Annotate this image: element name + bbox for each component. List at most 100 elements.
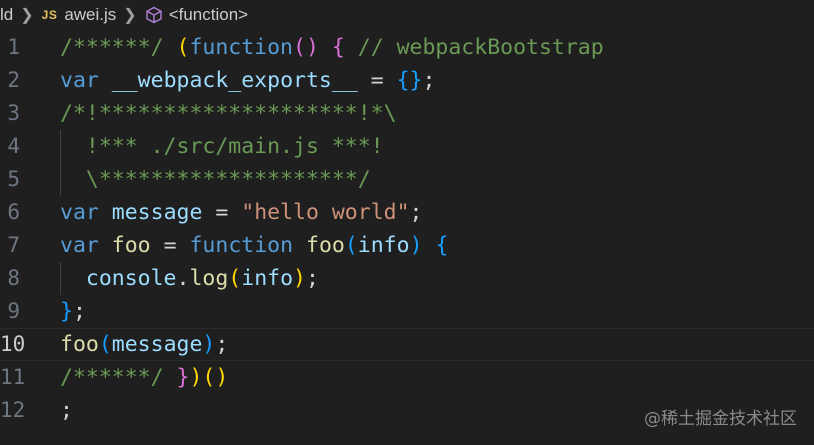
code-token: ) [293,266,306,291]
code-text: /******/ (function() { // webpackBootstr… [60,31,604,64]
code-token: ) [409,233,423,258]
code-token: . [176,266,190,291]
code-token: var [60,68,99,93]
code-token: __webpack_exports__ [111,68,358,93]
code-line[interactable]: 6 var message = "hello world"; [0,196,814,229]
code-token: ( [344,233,358,258]
code-token: } [60,299,73,324]
code-editor: ld ❯ JS awei.js ❯ <function> 1 /******/ (… [0,0,814,445]
line-number: 10 [0,332,26,356]
breadcrumb-file[interactable]: JS awei.js [42,5,117,25]
line-number: 6 [7,200,20,224]
code-token: ) [202,332,216,357]
code-token: foo [306,233,345,258]
line-number: 7 [7,233,20,257]
code-token: ( [228,266,242,291]
code-token: ; [72,299,86,324]
code-token: function [189,233,294,258]
breadcrumb-folder-label: ld [0,5,14,24]
code-token: ( [98,332,112,357]
code-token: { [331,35,345,60]
code-line[interactable]: 10 foo(message); [0,328,814,361]
code-token: "hello world" [241,200,410,225]
code-line[interactable]: 8 console.log(info); [0,262,814,295]
code-token: } [176,365,190,390]
code-text: ; [60,394,73,427]
code-line[interactable]: 7 var foo = function foo(info) { [0,229,814,262]
javascript-file-icon: JS [41,8,58,22]
code-line[interactable]: 3 /*!********************!*\ [0,97,814,130]
code-text: !*** ./src/main.js ***! [60,130,384,163]
breadcrumb-folder[interactable]: ld [0,5,13,25]
code-text: \********************/ [60,163,371,196]
code-line[interactable]: 4 !*** ./src/main.js ***! [0,130,814,163]
code-token: ; [60,398,73,423]
line-number: 1 [7,35,20,59]
line-number: 4 [7,134,20,158]
line-number: 11 [0,365,26,389]
code-text: var message = "hello world"; [60,196,422,229]
code-token: message [111,200,203,225]
code-text: }; [60,295,86,328]
code-token: () [202,365,229,390]
line-number: 8 [7,266,20,290]
code-token: = [357,68,397,93]
code-token: console [85,266,177,291]
symbol-method-cube-icon [145,6,163,24]
code-line[interactable]: 9}; [0,295,814,328]
code-token: var [60,200,99,225]
line-number: 3 [7,101,20,125]
code-token: = [202,200,242,225]
line-number: 2 [7,68,20,92]
breadcrumb: ld ❯ JS awei.js ❯ <function> [0,0,814,30]
code-token: /******/ [60,365,177,390]
code-token: log [189,266,229,291]
code-token: () [293,35,319,60]
code-line[interactable]: 5 \********************/ [0,163,814,196]
code-token: var [60,233,99,258]
code-token: info [241,266,294,291]
code-line[interactable]: 1 /******/ (function() { // webpackBootst… [0,31,814,64]
chevron-right-icon: ❯ [20,7,34,24]
code-lines[interactable]: 1/******/ (function() { // webpackBootst… [0,31,814,427]
code-text: /*!********************!*\ [60,97,397,130]
chevron-right-icon: ❯ [123,7,137,24]
code-token: !*** ./src/main.js ***! [60,134,384,159]
code-text: /******/ })() [60,361,228,394]
code-text: var __webpack_exports__ = {}; [60,64,435,97]
code-token: /*!********************!*\ [60,101,397,126]
line-number: 12 [0,398,26,422]
code-token: // webpackBootstrap [344,35,604,60]
code-token: {} [396,68,423,93]
code-token: { [435,233,449,258]
code-token: ; [215,332,229,357]
breadcrumb-symbol-label: <function> [168,5,249,24]
code-line[interactable]: 2 var __webpack_exports__ = {}; [0,64,814,97]
code-token: foo [111,233,151,258]
line-number: 5 [7,167,20,191]
code-token: ; [422,68,436,93]
code-token: ) [189,365,203,390]
code-text: console.log(info); [60,262,319,295]
code-token: ; [409,200,423,225]
breadcrumb-file-label: awei.js [64,5,117,24]
code-token: ; [305,266,319,291]
code-token: foo [60,332,99,357]
code-line[interactable]: 11 /******/ })() [0,361,814,394]
code-token: ( [176,35,190,60]
code-token: message [111,332,203,357]
code-token: info [357,233,410,258]
code-token: function [189,35,294,60]
code-text: var foo = function foo(info) { [60,229,448,262]
breadcrumb-symbol[interactable]: <function> [145,5,248,25]
code-text: foo(message); [60,328,228,361]
line-number: 9 [7,299,20,323]
code-token: = [150,233,190,258]
